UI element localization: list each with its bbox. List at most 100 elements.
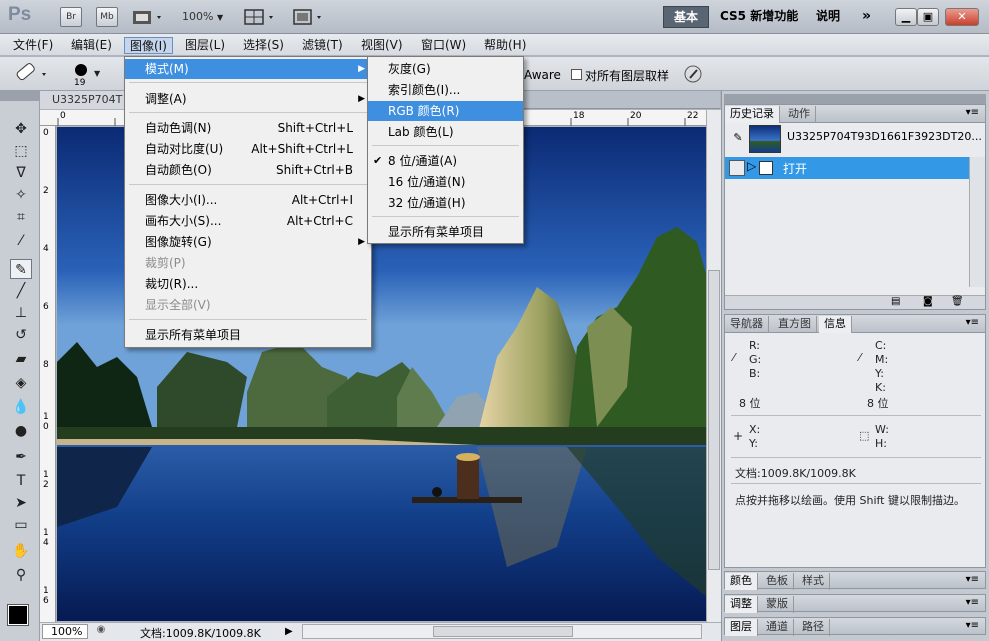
menu-file[interactable]: 文件(F) (8, 37, 58, 54)
tab-info[interactable]: 信息 (819, 316, 852, 333)
zoom-level-dropdown[interactable]: 100% ▼ (182, 10, 223, 23)
screen-mode-button[interactable] (292, 8, 328, 26)
bucket-tool-icon[interactable]: ◈ (10, 373, 32, 393)
menu-item-auto-tone[interactable]: 自动色调(N) Shift+Ctrl+L (125, 118, 371, 138)
foreground-color-swatch[interactable] (7, 604, 29, 626)
panel-menu-icon[interactable]: ▾≡ (966, 317, 979, 328)
menu-item-show-all-menu-items[interactable]: 显示所有菜单项目 (368, 222, 523, 242)
menu-layer[interactable]: 图层(L) (180, 37, 230, 54)
stamp-tool-icon[interactable]: ⊥ (10, 303, 32, 323)
pressure-size-button[interactable] (682, 63, 704, 85)
tab-layers[interactable]: 图层 (725, 619, 758, 636)
eyedropper-tool-icon[interactable]: ⁄ (10, 231, 32, 251)
minimize-button[interactable]: ▁ (895, 8, 917, 26)
menu-item-trim[interactable]: 裁切(R)... (125, 274, 371, 294)
menu-image[interactable]: 图像(I) (124, 37, 173, 54)
panel-menu-icon[interactable]: ▾≡ (966, 107, 979, 118)
hscroll-thumb[interactable] (433, 626, 573, 637)
menu-item-image-size[interactable]: 图像大小(I)... Alt+Ctrl+I (125, 190, 371, 210)
panel-menu-icon[interactable]: ▾≡ (966, 620, 979, 631)
history-scrollbar[interactable] (969, 157, 985, 287)
tab-masks[interactable]: 蒙版 (761, 596, 794, 613)
brush-tool-icon[interactable]: ╱ (10, 281, 32, 301)
menu-view[interactable]: 视图(V) (356, 37, 408, 54)
menu-item-show-all-menu-items[interactable]: 显示所有菜单项目 (125, 325, 371, 345)
type-tool-icon[interactable]: T (10, 471, 32, 491)
view-extras-button[interactable] (132, 8, 166, 26)
tab-color[interactable]: 颜色 (725, 573, 758, 590)
eyedropper-icon[interactable]: ⁄ (733, 351, 735, 364)
marquee-tool-icon[interactable]: ⬚ (10, 141, 32, 161)
arrange-documents-button[interactable] (244, 8, 280, 26)
menu-item-canvas-size[interactable]: 画布大小(S)... Alt+Ctrl+C (125, 211, 371, 231)
more-workspaces-icon[interactable]: » (852, 6, 881, 28)
tab-navigator[interactable]: 导航器 (725, 316, 769, 333)
tab-swatches[interactable]: 色板 (761, 573, 794, 590)
menu-item-auto-contrast[interactable]: 自动对比度(U) Alt+Shift+Ctrl+L (125, 139, 371, 159)
bridge-button[interactable]: Br (60, 7, 82, 27)
shape-tool-icon[interactable]: ▭ (10, 515, 32, 535)
menu-edit[interactable]: 编辑(E) (66, 37, 117, 54)
workspace-help[interactable]: 说明 (806, 6, 850, 28)
crop-tool-icon[interactable]: ⌗ (10, 207, 32, 227)
trash-icon[interactable]: 🗑 (951, 296, 964, 307)
menu-item-adjustments[interactable]: 调整(A) ▶ (125, 89, 371, 109)
brush-picker[interactable]: 19 ▼ (64, 61, 104, 89)
zoom-field[interactable]: 100% (42, 624, 88, 639)
status-info-icon[interactable]: ◉ (94, 624, 108, 639)
tab-styles[interactable]: 样式 (797, 573, 830, 590)
horizontal-scrollbar[interactable] (302, 624, 702, 639)
menu-item-mode[interactable]: 模式(M) ▶ (125, 59, 371, 79)
hand-tool-icon[interactable]: ✋ (10, 541, 32, 561)
panel-dock-header[interactable] (724, 94, 986, 104)
panel-menu-icon[interactable]: ▾≡ (966, 597, 979, 608)
menu-item-8-bit[interactable]: ✔ 8 位/通道(A) (368, 151, 523, 171)
move-tool-icon[interactable]: ✥ (10, 119, 32, 139)
tab-history[interactable]: 历史记录 (725, 106, 780, 123)
lasso-tool-icon[interactable]: ᐁ (10, 163, 32, 183)
workspace-essentials[interactable]: 基本 (663, 6, 710, 28)
path-select-tool-icon[interactable]: ➤ (10, 493, 32, 513)
camera-snapshot-icon[interactable]: ◙ (923, 296, 933, 307)
zoom-tool-icon[interactable]: ⚲ (10, 565, 32, 585)
history-step-row[interactable]: ▷ 打开 (725, 157, 969, 179)
history-brush-source-icon[interactable]: ✎ (729, 127, 747, 149)
close-button[interactable]: ✕ (945, 8, 979, 26)
vertical-scrollbar[interactable] (706, 110, 721, 622)
menu-filter[interactable]: 滤镜(T) (297, 37, 348, 54)
eyedropper-icon[interactable]: ⁄ (859, 351, 861, 364)
menu-item-16-bit[interactable]: 16 位/通道(N) (368, 172, 523, 192)
menu-item-32-bit[interactable]: 32 位/通道(H) (368, 193, 523, 213)
history-brush-tool-icon[interactable]: ↺ (10, 325, 32, 345)
menu-item-indexed-color[interactable]: 索引颜色(I)... (368, 80, 523, 100)
tab-paths[interactable]: 路径 (797, 619, 830, 636)
scroll-thumb[interactable] (708, 270, 720, 570)
dodge-tool-icon[interactable]: ● (10, 421, 32, 441)
tab-actions[interactable]: 动作 (783, 106, 816, 123)
menu-select[interactable]: 选择(S) (238, 37, 289, 54)
menu-help[interactable]: 帮助(H) (479, 37, 531, 54)
panel-menu-icon[interactable]: ▾≡ (966, 574, 979, 585)
pen-tool-icon[interactable]: ✒ (10, 447, 32, 467)
toolbox-header[interactable] (0, 91, 40, 101)
tab-histogram[interactable]: 直方图 (773, 316, 817, 333)
menu-item-rgb-color[interactable]: RGB 颜色(R) (368, 101, 523, 121)
menu-item-auto-color[interactable]: 自动颜色(O) Shift+Ctrl+B (125, 160, 371, 180)
sample-all-layers-checkbox[interactable] (571, 69, 582, 80)
snapshot-thumbnail[interactable] (749, 125, 781, 153)
menu-item-lab-color[interactable]: Lab 颜色(L) (368, 122, 523, 142)
restore-button[interactable]: ▣ (917, 8, 939, 26)
new-document-from-state-icon[interactable]: ▤ (891, 296, 900, 307)
quick-select-tool-icon[interactable]: ✧ (10, 185, 32, 205)
tool-preset-picker[interactable] (14, 63, 50, 85)
menu-window[interactable]: 窗口(W) (416, 37, 471, 54)
menu-item-image-rotation[interactable]: 图像旋转(G) ▶ (125, 232, 371, 252)
history-source-checkbox[interactable] (729, 160, 745, 176)
minibridge-button[interactable]: Mb (96, 7, 118, 27)
blur-tool-icon[interactable]: 💧 (10, 397, 32, 417)
healing-brush-tool-icon[interactable]: ✎ (10, 259, 32, 279)
eraser-tool-icon[interactable]: ▰ (10, 349, 32, 369)
menu-item-grayscale[interactable]: 灰度(G) (368, 59, 523, 79)
workspace-cs5-new[interactable]: CS5 新增功能 (710, 6, 808, 28)
snapshot-name[interactable]: U3325P704T93D1661F3923DT20... (787, 130, 982, 143)
